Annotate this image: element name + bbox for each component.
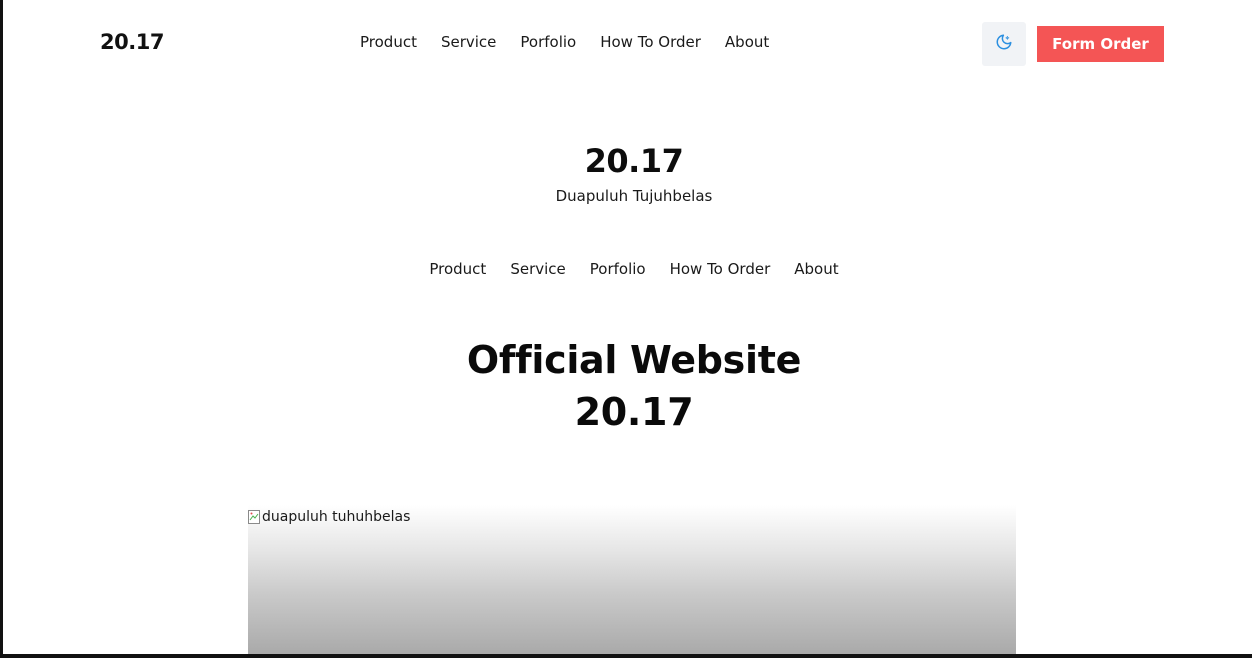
moon-icon bbox=[995, 33, 1013, 55]
nav-link-portfolio[interactable]: Porfolio bbox=[520, 33, 576, 51]
theme-toggle-button[interactable] bbox=[982, 22, 1026, 66]
nav-link-how-to-order[interactable]: How To Order bbox=[600, 33, 701, 51]
brand-logo[interactable]: 20.17 bbox=[100, 30, 164, 54]
hero-nav-link-service[interactable]: Service bbox=[510, 260, 565, 278]
form-order-button[interactable]: Form Order bbox=[1037, 26, 1164, 62]
hero-nav: Product Service Porfolio How To Order Ab… bbox=[3, 260, 1252, 278]
hero-subtitle: Duapuluh Tujuhbelas bbox=[555, 187, 713, 205]
page-frame: 20.17 Product Service Porfolio How To Or… bbox=[0, 0, 1252, 658]
hero-nav-link-how-to-order[interactable]: How To Order bbox=[670, 260, 771, 278]
image-alt-text: duapuluh tuhuhbelas bbox=[262, 509, 411, 525]
headline-line-1: Official Website bbox=[466, 338, 802, 382]
nav-link-product[interactable]: Product bbox=[360, 33, 417, 51]
broken-image-placeholder: duapuluh tuhuhbelas bbox=[248, 509, 410, 525]
hero-brand-title: 20.17 bbox=[584, 142, 684, 180]
hero-nav-link-product[interactable]: Product bbox=[429, 260, 486, 278]
top-nav: Product Service Porfolio How To Order Ab… bbox=[360, 33, 793, 51]
nav-link-service[interactable]: Service bbox=[441, 33, 496, 51]
nav-link-about[interactable]: About bbox=[725, 33, 769, 51]
hero-nav-link-portfolio[interactable]: Porfolio bbox=[590, 260, 646, 278]
headline-line-2: 20.17 bbox=[574, 390, 694, 434]
hero-headline: Official Website 20.17 bbox=[3, 334, 1252, 438]
site-header: 20.17 Product Service Porfolio How To Or… bbox=[3, 0, 1252, 86]
hero-image: duapuluh tuhuhbelas bbox=[248, 505, 1016, 654]
broken-image-icon bbox=[248, 510, 260, 524]
hero-nav-link-about[interactable]: About bbox=[794, 260, 838, 278]
